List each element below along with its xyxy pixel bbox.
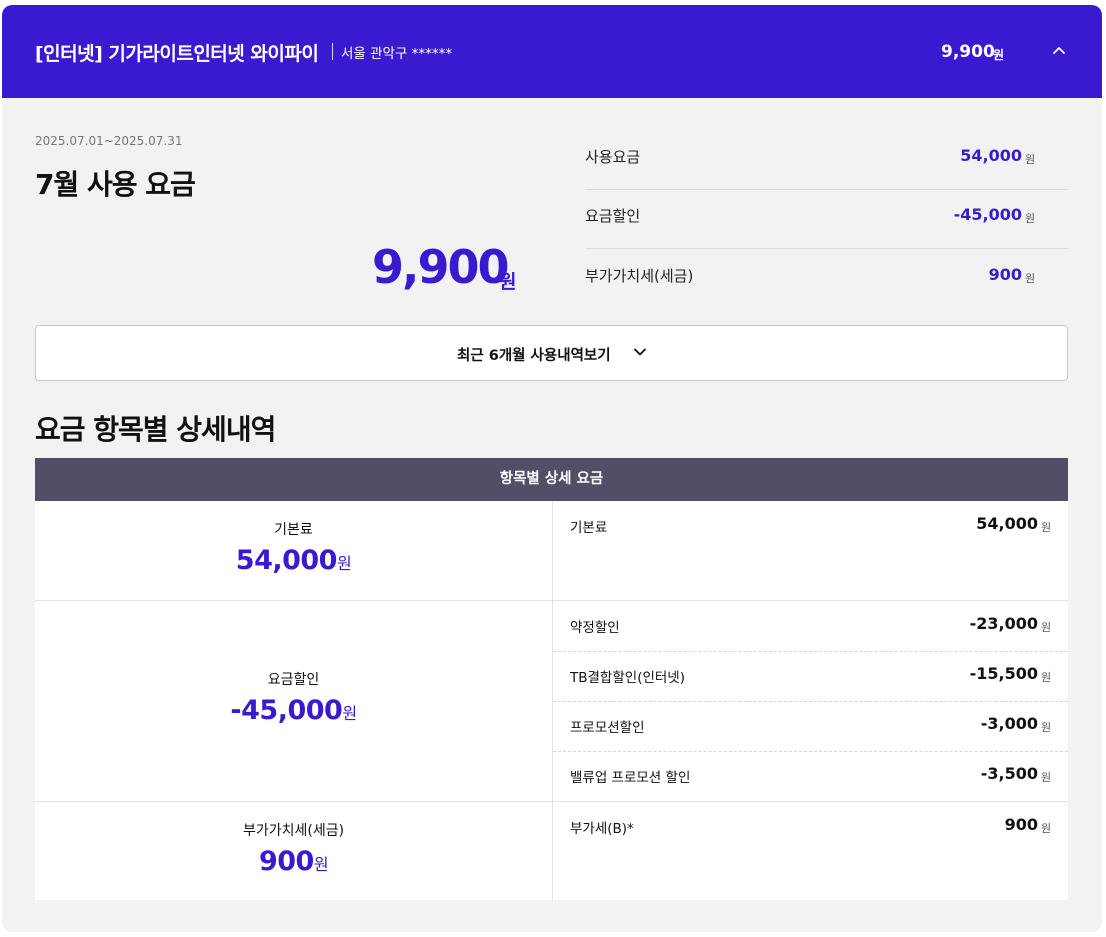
item-label: 프로모션할인	[570, 720, 645, 736]
product-title: [인터넷] 기가라이트인터넷 와이파이	[35, 43, 319, 65]
chevron-up-icon[interactable]	[1048, 39, 1070, 61]
summary-label: 부가가치세(세금)	[585, 267, 694, 285]
group-unit: 원	[313, 855, 329, 874]
billing-period: 2025.07.01~2025.07.31	[35, 134, 183, 148]
bill-card: [인터넷] 기가라이트인터넷 와이파이 서울 관악구 ****** 9,900 …	[2, 5, 1102, 932]
header-total-amount: 9,900	[941, 42, 995, 62]
item-label: 기본료	[570, 520, 608, 536]
chevron-down-icon	[632, 344, 648, 360]
item-value: -15,500	[969, 664, 1038, 683]
summary-row-usage: 사용요금 54,000 원	[585, 131, 1068, 190]
group-label: 부가가치세(세금)	[242, 823, 345, 839]
group-amount: -45,000	[230, 695, 343, 726]
item-value: -3,500	[980, 764, 1038, 783]
group-summary-base-fee: 기본료 54,000원	[35, 519, 552, 576]
total-amount: 9,900	[372, 240, 510, 294]
group-label: 기본료	[274, 522, 313, 538]
table-header: 항목별 상세 요금	[35, 458, 1068, 501]
item-value: -23,000	[969, 614, 1038, 633]
history-toggle-button[interactable]: 최근 6개월 사용내역보기	[35, 325, 1068, 381]
item-value: -3,000	[980, 714, 1038, 733]
service-address: 서울 관악구 ******	[341, 46, 453, 62]
group-summary-discount: 요금할인 -45,000원	[35, 669, 552, 726]
summary-label: 사용요금	[585, 148, 641, 166]
month-title: 7월 사용 요금	[35, 168, 196, 201]
summary-label: 요금할인	[585, 207, 641, 225]
detail-item: 약정할인 -23,000 원	[553, 601, 1068, 651]
detail-item: 기본료 54,000 원	[553, 501, 1068, 551]
item-unit: 원	[1041, 621, 1052, 634]
item-unit: 원	[1041, 771, 1052, 784]
summary-value: 54,000	[960, 146, 1022, 165]
group-amount: 54,000	[235, 545, 338, 576]
detail-item: TB결합할인(인터넷) -15,500 원	[553, 651, 1068, 701]
item-label: 밸류업 프로모션 할인	[570, 770, 691, 786]
item-label: TB결합할인(인터넷)	[570, 670, 685, 686]
group-summary-vat: 부가가치세(세금) 900원	[35, 820, 552, 877]
group-label: 요금할인	[267, 672, 320, 688]
summary-value: -45,000	[953, 205, 1022, 224]
item-label: 약정할인	[570, 620, 620, 636]
item-unit: 원	[1041, 671, 1052, 684]
group-unit: 원	[336, 554, 352, 573]
detail-item: 프로모션할인 -3,000 원	[553, 701, 1068, 751]
item-unit: 원	[1041, 721, 1052, 734]
detail-table: 항목별 상세 요금 기본료 54,000원 기본료 54,000 원 요금할인 …	[35, 458, 1068, 900]
summary-row-vat: 부가가치세(세금) 900 원	[585, 250, 1068, 309]
item-label: 부가세(B)*	[570, 821, 634, 837]
item-value: 54,000	[976, 514, 1038, 533]
group-value: 900원	[35, 846, 552, 877]
total-amount-unit: 원	[499, 271, 517, 293]
history-button-label: 최근 6개월 사용내역보기	[457, 348, 611, 364]
summary-unit: 원	[1025, 212, 1036, 225]
detail-section-title: 요금 항목별 상세내역	[35, 413, 276, 446]
summary-row-discount: 요금할인 -45,000 원	[585, 190, 1068, 249]
bill-header[interactable]: [인터넷] 기가라이트인터넷 와이파이 서울 관악구 ****** 9,900 …	[2, 5, 1102, 98]
group-unit: 원	[342, 704, 357, 723]
detail-item: 부가세(B)* 900 원	[553, 802, 1068, 852]
summary-unit: 원	[1025, 272, 1036, 285]
detail-item: 밸류업 프로모션 할인 -3,500 원	[553, 751, 1068, 801]
header-total-unit: 원	[993, 48, 1005, 62]
header-divider	[332, 43, 333, 60]
group-amount: 900	[258, 846, 314, 877]
summary-value: 900	[988, 265, 1022, 284]
item-value: 900	[1004, 815, 1038, 834]
group-value: 54,000원	[35, 545, 552, 576]
item-unit: 원	[1041, 521, 1052, 534]
group-value: -45,000원	[35, 695, 552, 726]
summary-unit: 원	[1025, 153, 1036, 166]
item-unit: 원	[1041, 822, 1052, 835]
